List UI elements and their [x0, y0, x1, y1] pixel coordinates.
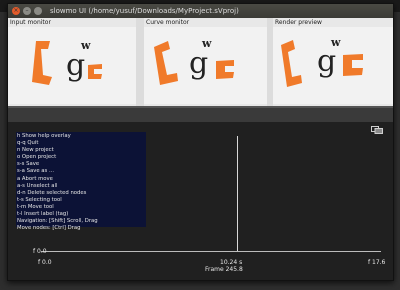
input-monitor-label: Input monitor	[10, 19, 51, 26]
help-line: a-s Unselect all	[17, 182, 58, 189]
help-line: d-n Delete selected nodes	[17, 189, 87, 196]
frame-label: Frame 245.8	[205, 266, 243, 273]
input-monitor-canvas: g w	[8, 27, 136, 104]
curve-timeline-canvas[interactable]: h Show help overlay q-q Quit n New proje…	[8, 122, 393, 280]
curve-monitor-image: g w	[154, 37, 234, 85]
input-monitor-image: g w	[32, 39, 102, 85]
help-line: s-a Save as ...	[17, 168, 55, 175]
window-title: slowmo UI (/home/yusuf/Downloads/MyProje…	[50, 7, 239, 15]
render-preview-label: Render preview	[275, 19, 322, 26]
help-line: q-q Quit	[17, 140, 39, 147]
baseline-axis	[41, 251, 381, 252]
curve-monitor-label: Curve monitor	[146, 19, 190, 26]
help-line: a Abort move	[17, 175, 53, 182]
y-min-label: f 0.0	[33, 248, 47, 255]
help-line: n New project	[17, 147, 54, 154]
minimize-icon[interactable]: –	[23, 7, 31, 15]
svg-text:g: g	[189, 46, 208, 81]
curve-monitor-panel[interactable]: Curve monitor g w	[144, 18, 267, 106]
help-line: o Open project	[17, 154, 57, 161]
maximize-icon[interactable]	[34, 7, 42, 15]
svg-text:g: g	[66, 48, 85, 83]
x-start-label: f 0.0	[38, 259, 52, 266]
help-line: t-s Selecting tool	[17, 196, 62, 203]
close-icon[interactable]: ×	[12, 7, 20, 15]
render-preview-panel[interactable]: Render preview g w	[273, 18, 393, 106]
help-overlay: h Show help overlay q-q Quit n New proje…	[16, 132, 146, 231]
help-line: t-l Insert label (tag)	[17, 211, 69, 218]
input-monitor-panel[interactable]: Input monitor g w	[8, 18, 136, 106]
render-preview-image: g w	[281, 36, 363, 87]
svg-text:w: w	[330, 36, 341, 49]
svg-text:w: w	[80, 39, 91, 52]
title-bar: × – slowmo UI (/home/yusuf/Downloads/MyP…	[8, 4, 393, 18]
help-line: t-m Move tool	[17, 203, 54, 210]
monitor-panels: Input monitor g w Curve monitor g w Rend…	[8, 18, 393, 108]
svg-text:g: g	[317, 44, 336, 79]
help-line: s-s Save	[17, 161, 40, 168]
help-line: Navigation: [Shift] Scroll, Drag	[17, 218, 98, 225]
curve-monitor-canvas: g w	[144, 27, 267, 104]
cursor-time-label: 10.24 s	[220, 259, 243, 266]
help-line: Move nodes: [Ctrl] Drag	[17, 225, 81, 232]
help-line: h Show help overlay	[17, 133, 71, 139]
display-mode-icon[interactable]	[371, 126, 383, 134]
svg-text:w: w	[201, 37, 212, 50]
app-window: × – slowmo UI (/home/yusuf/Downloads/MyP…	[7, 3, 394, 281]
x-end-label: f 17.6	[368, 259, 386, 266]
render-preview-canvas: g w	[273, 27, 393, 104]
time-cursor-line[interactable]	[237, 136, 238, 251]
